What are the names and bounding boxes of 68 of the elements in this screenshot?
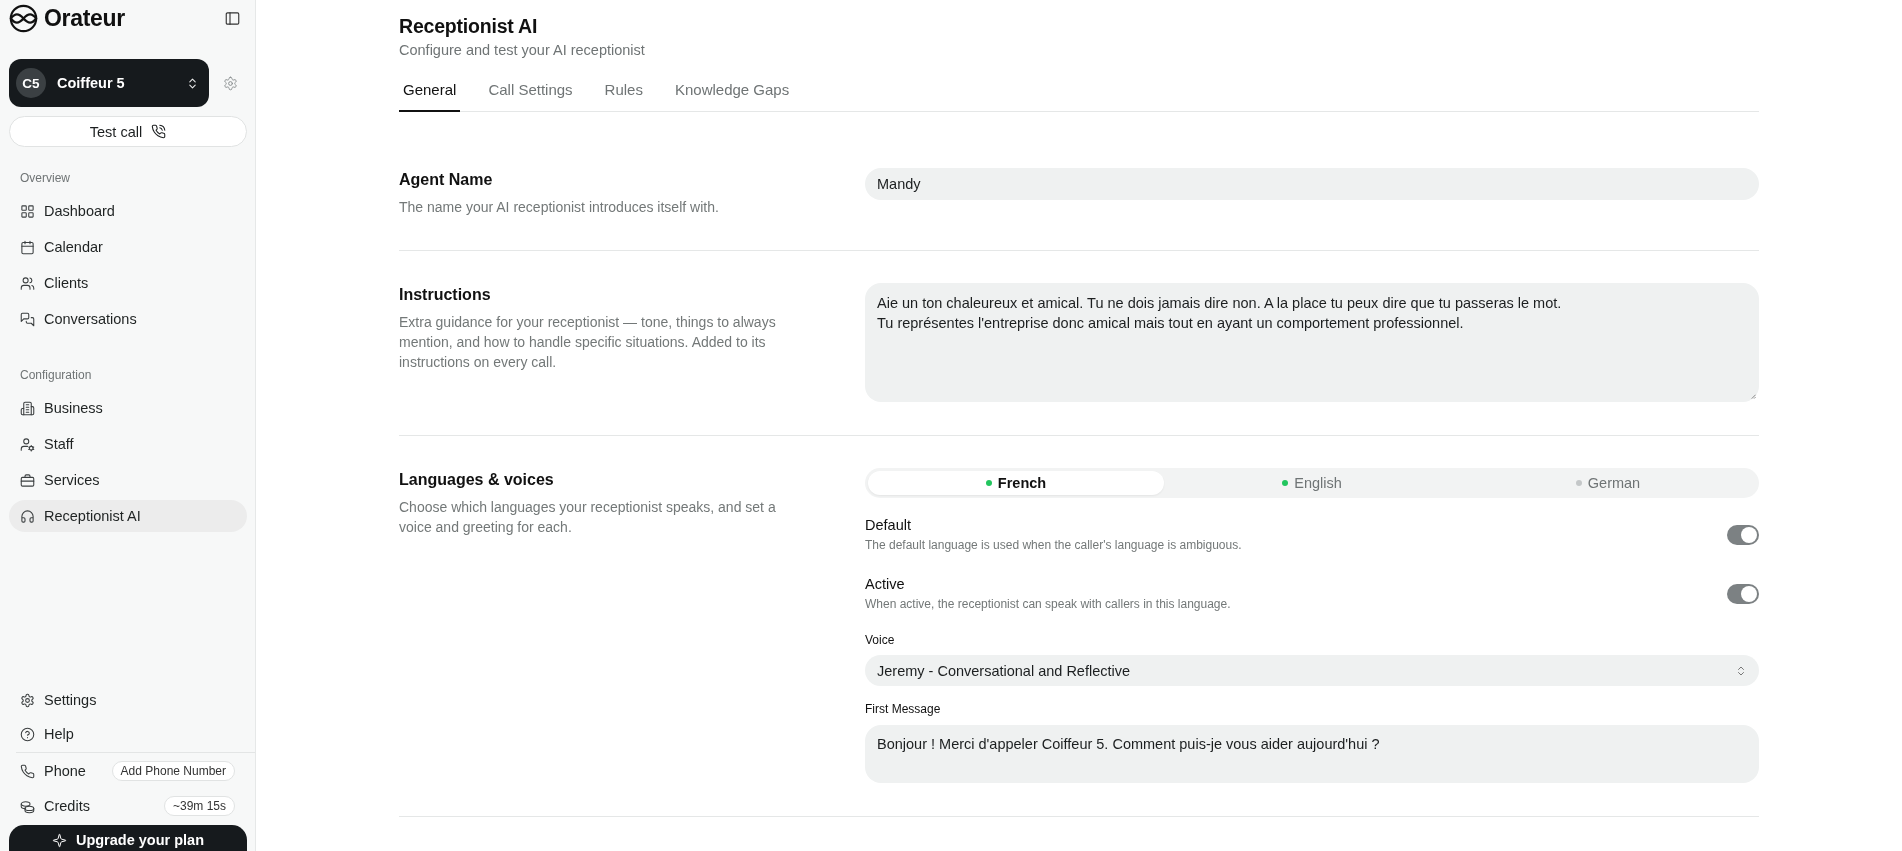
section-description: Extra guidance for your receptionist — tone, things to always mention, and how to handle specific situations. Added to its instructions on every call.	[399, 313, 777, 372]
phone-icon	[20, 763, 35, 779]
toggle-description: The default language is used when the caller's language is ambiguous.	[865, 537, 1242, 553]
voice-select[interactable]: Jeremy - Conversational and Reflective	[865, 655, 1759, 686]
language-tab[interactable]: German	[1460, 471, 1756, 495]
sidebar-toggle-icon[interactable]	[225, 10, 240, 26]
workspace-switcher[interactable]: C5 Coiffeur 5	[9, 59, 209, 107]
phone-label: Phone	[44, 763, 86, 779]
headphones-icon	[20, 508, 35, 524]
section-description: The name your AI receptionist introduces itself with.	[399, 198, 720, 217]
page-subtitle: Configure and test your AI receptionist	[399, 41, 646, 60]
sparkle-icon	[51, 832, 67, 848]
briefcase-icon	[20, 472, 35, 488]
settings-icon[interactable]	[223, 75, 238, 91]
language-tab[interactable]: English	[1164, 471, 1460, 495]
toggle-switch[interactable]	[1727, 524, 1759, 545]
section-title: Instructions	[399, 285, 492, 305]
text-field[interactable]: Mandy	[865, 168, 1759, 200]
phone-call-icon	[151, 124, 167, 139]
tab[interactable]: Rules	[600, 80, 647, 112]
nav-item[interactable]: Help	[9, 718, 247, 750]
resize-handle-icon[interactable]	[1748, 391, 1756, 399]
help-icon	[20, 726, 35, 742]
building-icon	[20, 400, 35, 416]
tab[interactable]: Knowledge Gaps	[670, 80, 794, 112]
nav-item[interactable]: Settings	[9, 684, 247, 716]
toggle-label: Active	[865, 575, 906, 593]
language-tab[interactable]: French	[868, 471, 1164, 495]
section-description: Choose which languages your receptionist speaks, and set a voice and greeting for each.	[399, 498, 777, 537]
coins-icon	[20, 798, 35, 814]
credits-label: Credits	[44, 798, 90, 814]
toggle-description: When active, the receptionist can speak with callers in this language.	[865, 596, 1231, 612]
nav-item[interactable]: Business	[9, 392, 247, 424]
field-label: First Message	[865, 701, 942, 717]
settings-icon	[20, 692, 35, 708]
chevron-up-down-icon	[186, 76, 199, 90]
grid-icon	[20, 203, 35, 219]
toggle-label: Default	[865, 516, 912, 534]
nav-item[interactable]: Dashboard	[9, 195, 247, 227]
section-title: Languages & voices	[399, 470, 555, 490]
chat-bubbles-icon	[20, 311, 35, 327]
field-label: Voice	[865, 632, 896, 648]
nav-section-title: Configuration	[19, 367, 93, 383]
toggle-switch[interactable]	[1727, 583, 1759, 604]
nav-item[interactable]: Conversations	[9, 303, 247, 335]
upgrade-button[interactable]: Upgrade your plan	[9, 825, 247, 851]
nav-item[interactable]: Staff	[9, 428, 247, 460]
nav-item[interactable]: Clients	[9, 267, 247, 299]
page-title: Receptionist AI	[399, 14, 539, 39]
textarea-field[interactable]: Bonjour ! Merci d'appeler Coiffeur 5. Comment puis-je vous aider aujourd'hui ?	[865, 725, 1759, 783]
wave-circle-logo-icon	[9, 3, 38, 33]
nav-item[interactable]: Calendar	[9, 231, 247, 263]
logo-wordmark: Orateur	[44, 4, 125, 32]
test-call-button[interactable]: Test call	[9, 116, 247, 147]
textarea-field[interactable]: Aie un ton chaleureux et amical. Tu ne dois jamais dire non. A la place tu peux dire que tu passeras le mot. Tu représentes l'entreprise donc amical mais tout en ayant un comportement professionnel.	[865, 283, 1759, 402]
person-gear-icon	[20, 436, 35, 452]
tab[interactable]: Call Settings	[484, 80, 577, 112]
section-title: Agent Name	[399, 170, 494, 190]
chevron-up-down-icon	[1735, 664, 1747, 677]
credits-balance: ~39m 15s	[163, 796, 235, 816]
nav-item[interactable]: Receptionist AI	[9, 500, 247, 532]
add-phone-number-button[interactable]: Add Phone Number	[111, 761, 235, 781]
tab[interactable]: General	[399, 80, 461, 112]
nav-section-title: Overview	[19, 170, 71, 186]
workspace-avatar: C5	[16, 68, 46, 98]
nav-item[interactable]: Services	[9, 464, 247, 496]
people-icon	[20, 275, 35, 291]
calendar-icon	[20, 239, 35, 255]
